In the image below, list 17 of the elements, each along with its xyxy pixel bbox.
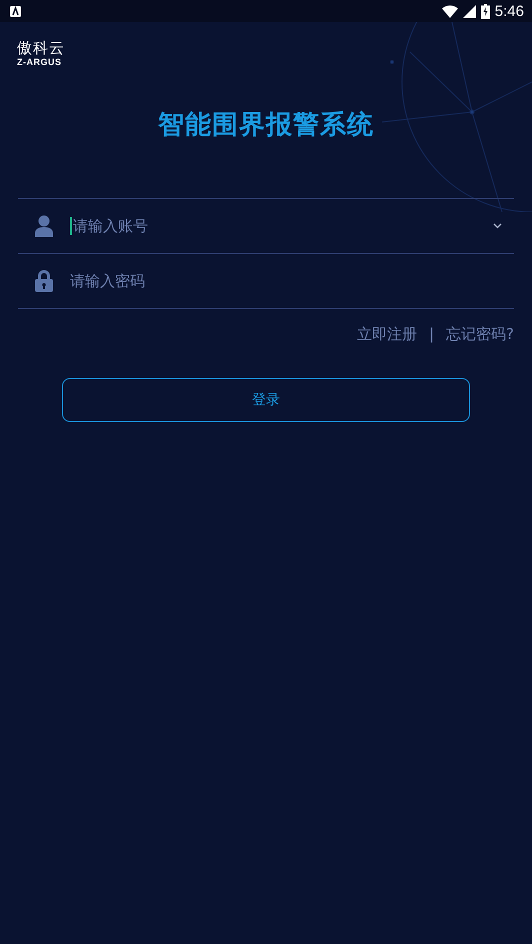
app-title: 智能围界报警系统 xyxy=(156,109,375,142)
password-field[interactable]: 请输入密码 xyxy=(70,272,502,290)
clock-time: 5:46 xyxy=(494,2,524,20)
login-button[interactable]: 登录 xyxy=(62,378,470,422)
logo-name: 傲科云 xyxy=(17,40,65,57)
lock-icon xyxy=(34,270,54,292)
notification-icon xyxy=(10,6,21,16)
forgot-password-link[interactable]: 忘记密码? xyxy=(446,325,514,344)
dropdown-chevron-icon[interactable] xyxy=(493,223,502,229)
user-icon xyxy=(34,215,54,237)
register-link[interactable]: 立即注册 xyxy=(356,325,417,344)
wifi-icon xyxy=(442,4,458,18)
account-field[interactable]: 请输入账号 xyxy=(70,217,477,235)
link-separator: | xyxy=(428,325,434,344)
signal-icon xyxy=(462,4,476,18)
logo-subtitle: Z-ARGUS xyxy=(17,57,62,67)
battery-icon xyxy=(480,4,490,18)
